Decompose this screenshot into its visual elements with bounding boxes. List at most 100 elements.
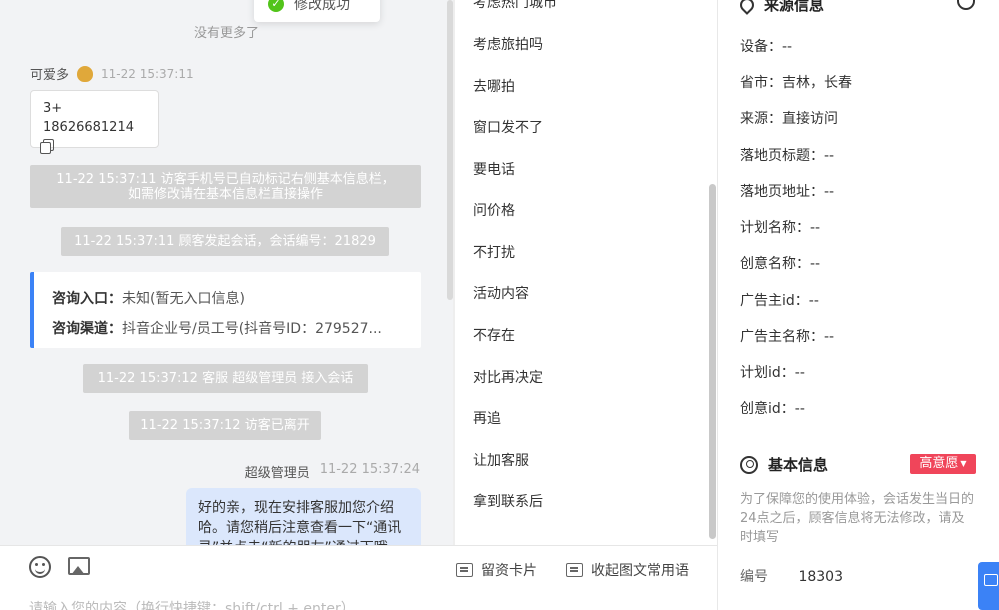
system-message-agent-joined: 11-22 15:37:12 客服 超级管理员 接入会话	[83, 364, 368, 393]
channel-label: 咨询渠道：	[52, 321, 122, 337]
phrase-scrollbar[interactable]	[709, 184, 716, 539]
agent-message-bubble: 好的亲，现在安排客服加您介绍哈。请您稍后注意查看一下“通讯录”并点击“新的朋友”…	[186, 488, 421, 545]
user-circle-icon	[740, 455, 758, 474]
system-message-line2: 如需修改请在基本信息栏直接操作	[127, 187, 323, 202]
field-creative-id: 创意id：--	[740, 398, 805, 418]
field-source: 来源：直接访问	[740, 108, 838, 128]
message-card-icon	[456, 563, 473, 577]
message-input-placeholder[interactable]: 请输入您的内容（换行快捷键：shift/ctrl + enter）	[29, 598, 355, 610]
source-info-title: 来源信息	[737, 0, 825, 15]
field-advertiser-name: 广告主名称：--	[740, 326, 834, 346]
field-plan-name: 计划名称：--	[740, 217, 820, 237]
field-value: --	[824, 184, 835, 200]
field-value: --	[824, 329, 835, 345]
phone-card-line1: 3+	[43, 101, 63, 116]
field-label: 创意名称：	[740, 256, 810, 272]
field-label: 计划名称：	[740, 220, 810, 236]
customer-number-row: 编号 18303	[740, 566, 843, 586]
agent-name: 超级管理员	[244, 466, 310, 481]
agent-message-header: 超级管理员 11-22 15:37:24	[245, 462, 420, 481]
source-info-title-text: 来源信息	[764, 0, 825, 14]
field-label: 设备：	[740, 39, 782, 55]
field-creative-name: 创意名称：--	[740, 253, 820, 273]
field-value: --	[782, 39, 793, 55]
field-label: 省市：	[740, 75, 782, 91]
phrase-item[interactable]: 去哪拍	[473, 76, 515, 96]
field-value: --	[794, 401, 805, 417]
shield-icon[interactable]	[957, 0, 975, 10]
basic-info-title-text: 基本信息	[768, 456, 829, 474]
collapse-phrases-label: 收起图文常用语	[591, 563, 689, 579]
phrase-item[interactable]: 对比再决定	[473, 367, 543, 387]
emoji-icon[interactable]	[29, 556, 51, 578]
phrase-item[interactable]: 问价格	[473, 200, 515, 220]
consult-info-box: 咨询入口：未知(暂无入口信息) 咨询渠道：抖音企业号/员工号(抖音号ID：279…	[30, 272, 421, 348]
visitor-name: 可爱多	[30, 68, 70, 83]
entry-label: 咨询入口：	[52, 291, 122, 307]
customer-number-value: 18303	[798, 569, 843, 585]
bear-emoji-icon	[77, 65, 94, 82]
phone-card: 3+ 18626681214	[30, 90, 159, 154]
phrase-item[interactable]: 不打扰	[473, 242, 515, 262]
field-label: 创意id：	[740, 401, 795, 417]
quick-phrase-list: 考虑热门城市 考虑旅拍吗 去哪拍 窗口发不了 要电话 问价格 不打扰 活动内容 …	[455, 0, 718, 545]
edit-notice: 为了保障您的使用体验，会话发生当日的24点之后，顾客信息将无法修改，请及时填写	[740, 492, 975, 545]
field-landing-title: 落地页标题：--	[740, 145, 834, 165]
field-label: 广告主名称：	[740, 329, 824, 345]
caret-down-icon: ▼	[960, 459, 967, 468]
field-label: 落地页地址：	[740, 184, 824, 200]
field-label: 来源：	[740, 111, 782, 127]
lead-card-label: 留资卡片	[481, 563, 537, 579]
message-input-area: 留资卡片 收起图文常用语 请输入您的内容（换行快捷键：shift/ctrl + …	[0, 545, 717, 610]
field-device: 设备：--	[740, 36, 792, 56]
phrase-item[interactable]: 考虑旅拍吗	[473, 34, 543, 54]
system-message-session-start: 11-22 15:37:11 顾客发起会话，会话编号：21829	[61, 227, 389, 256]
phrase-item[interactable]: 要电话	[473, 159, 515, 179]
phone-number: 18626681214	[43, 120, 134, 135]
toast-text: 修改成功	[294, 0, 350, 13]
lead-card-button[interactable]: 留资卡片	[456, 560, 537, 580]
customer-number-label: 编号	[740, 569, 768, 585]
phrase-item[interactable]: 拿到联系后	[473, 491, 543, 511]
check-circle-icon: ✓	[268, 0, 284, 12]
location-pin-icon	[737, 0, 757, 15]
field-value: --	[824, 148, 835, 164]
customer-info-panel: 来源信息 设备：-- 省市：吉林，长春 来源：直接访问 落地页标题：-- 落地页…	[718, 0, 999, 610]
system-message-phone-marked: 11-22 15:37:11 访客手机号已自动标记右侧基本信息栏， 如需修改请在…	[30, 165, 421, 208]
field-landing-url: 落地页地址：--	[740, 181, 834, 201]
intent-badge-dropdown[interactable]: 高意愿 ▼	[910, 454, 976, 474]
copy-icon[interactable]	[40, 139, 54, 154]
intent-badge-label: 高意愿	[919, 456, 959, 471]
field-label: 广告主id：	[740, 293, 809, 309]
system-message-line1: 11-22 15:37:11 访客手机号已自动标记右侧基本信息栏，	[56, 172, 395, 187]
collapse-phrases-button[interactable]: 收起图文常用语	[566, 560, 689, 580]
phrase-item[interactable]: 不存在	[473, 325, 515, 345]
field-label: 落地页标题：	[740, 148, 824, 164]
field-value: 直接访问	[782, 111, 838, 127]
phrase-item[interactable]: 再追	[473, 408, 501, 428]
floating-action-button[interactable]	[978, 562, 999, 610]
agent-time: 11-22 15:37:24	[319, 462, 420, 477]
basic-info-title: 基本信息	[740, 454, 828, 475]
phrase-item[interactable]: 让加客服	[473, 450, 529, 470]
visitor-message-header: 可爱多 11-22 15:37:11	[30, 64, 194, 83]
success-toast: ✓ 修改成功	[254, 0, 380, 22]
chat-panel: 没有更多了 可爱多 11-22 15:37:11 3+ 18626681214 …	[0, 0, 453, 545]
field-value: --	[810, 256, 821, 272]
field-value: 吉林，长春	[782, 75, 852, 91]
phrase-item[interactable]: 窗口发不了	[473, 117, 543, 137]
phrase-item[interactable]: 考虑热门城市	[473, 0, 557, 12]
message-card-icon	[566, 563, 583, 577]
no-more-text: 没有更多了	[193, 26, 259, 41]
field-value: --	[808, 293, 819, 309]
field-value: --	[794, 365, 805, 381]
field-plan-id: 计划id：--	[740, 362, 805, 382]
entry-value: 未知(暂无入口信息)	[122, 291, 245, 307]
image-icon[interactable]	[68, 557, 90, 575]
field-advertiser-id: 广告主id：--	[740, 290, 819, 310]
field-value: --	[810, 220, 821, 236]
channel-value: 抖音企业号/员工号(抖音号ID：279527...	[122, 321, 382, 337]
phrase-item[interactable]: 活动内容	[473, 283, 529, 303]
system-message-visitor-left: 11-22 15:37:12 访客已离开	[129, 411, 321, 440]
visitor-time: 11-22 15:37:11	[101, 66, 194, 81]
